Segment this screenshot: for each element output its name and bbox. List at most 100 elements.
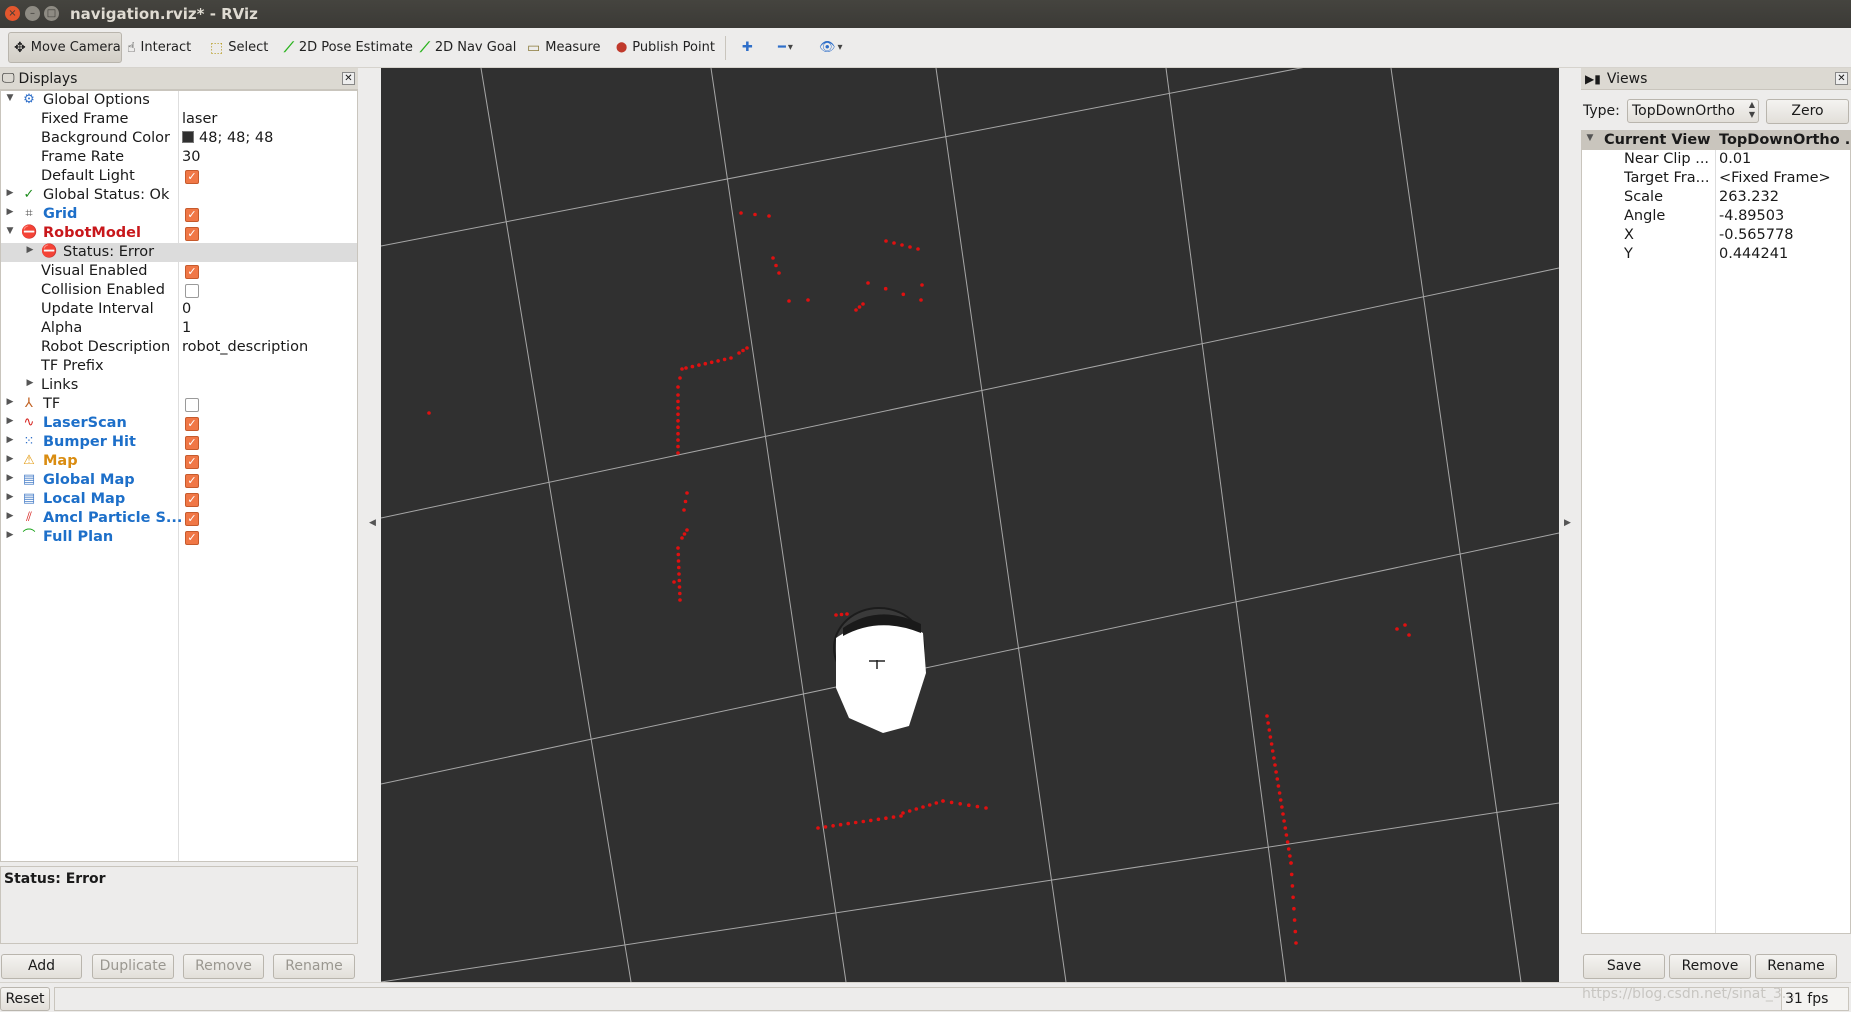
close-window-button[interactable]: × [5, 6, 20, 21]
robot-description-value[interactable]: robot_description [182, 339, 308, 355]
expand-arrow-icon[interactable]: ▼ [5, 93, 15, 103]
remove-display-button[interactable]: Remove [183, 954, 264, 979]
tree-row-bumper-hit[interactable]: ▶ ⁙ Bumper Hit ✓ [1, 433, 357, 452]
measure-tool-button[interactable]: ▭ Measure [527, 32, 600, 63]
zero-view-button[interactable]: Zero [1766, 99, 1849, 124]
tree-row-default-light[interactable]: Default Light ✓ [1, 167, 357, 186]
expand-arrow-icon[interactable]: ▶ [5, 473, 15, 483]
tree-row-alpha[interactable]: Alpha 1 [1, 319, 357, 338]
view-panel-button[interactable]: 👁 ▾ [819, 32, 843, 63]
tree-row-robotmodel[interactable]: ▼ ⛔ RobotModel ✓ [1, 224, 357, 243]
tree-row-local-map[interactable]: ▶ ▤ Local Map ✓ [1, 490, 357, 509]
expand-arrow-icon[interactable]: ▶ [25, 378, 35, 388]
publish-point-tool-button[interactable]: ⬤ Publish Point [616, 32, 715, 63]
view-property-row[interactable]: Scale 263.232 [1582, 188, 1850, 207]
tree-row-collision-enabled[interactable]: Collision Enabled [1, 281, 357, 300]
expand-arrow-icon[interactable]: ▶ [5, 416, 15, 426]
robotmodel-checkbox[interactable]: ✓ [185, 227, 199, 241]
alpha-value[interactable]: 1 [182, 320, 191, 336]
expand-arrow-icon[interactable]: ▶ [5, 397, 15, 407]
tree-row-grid[interactable]: ▶ ⌗ Grid ✓ [1, 205, 357, 224]
tree-row-amcl-particle[interactable]: ▶ ⫽ Amcl Particle S... ✓ [1, 509, 357, 528]
close-icon[interactable]: ✕ [1835, 72, 1848, 85]
view-property-row[interactable]: Near Clip ... 0.01 [1582, 150, 1850, 169]
property-value[interactable]: 0.01 [1719, 151, 1849, 167]
tree-row-links[interactable]: ▶ Links [1, 376, 357, 395]
save-view-button[interactable]: Save [1583, 954, 1665, 979]
tree-row-fixed-frame[interactable]: Fixed Frame laser [1, 110, 357, 129]
fixed-frame-value[interactable]: laser [182, 111, 217, 127]
tree-row-background-color[interactable]: Background Color 48; 48; 48 [1, 129, 357, 148]
expand-arrow-icon[interactable]: ▶ [5, 530, 15, 540]
property-value[interactable]: -0.565778 [1719, 227, 1849, 243]
expand-arrow-icon[interactable]: ▶ [25, 245, 35, 255]
map-checkbox[interactable]: ✓ [185, 455, 199, 469]
scene-canvas[interactable] [381, 68, 1559, 982]
laserscan-checkbox[interactable]: ✓ [185, 417, 199, 431]
collision-enabled-checkbox[interactable] [185, 284, 199, 298]
amcl-particle-checkbox[interactable]: ✓ [185, 512, 199, 526]
view-property-row[interactable]: Angle -4.89503 [1582, 207, 1850, 226]
add-tool-button[interactable]: ✚ [742, 32, 753, 63]
collapse-left-handle[interactable]: ◀ [369, 518, 376, 528]
render-viewport[interactable] [381, 68, 1559, 982]
expand-arrow-icon[interactable]: ▶ [5, 511, 15, 521]
minimize-window-button[interactable]: – [25, 6, 40, 21]
view-property-row[interactable]: Target Fra... <Fixed Frame> [1582, 169, 1850, 188]
expand-arrow-icon[interactable]: ▶ [5, 188, 15, 198]
2d-pose-estimate-tool-button[interactable]: ⟋ 2D Pose Estimate [284, 32, 413, 63]
tree-row-global-options[interactable]: ▼ ⚙ Global Options [1, 91, 357, 110]
expand-arrow-icon[interactable]: ▶ [5, 454, 15, 464]
tree-row-tf-prefix[interactable]: TF Prefix [1, 357, 357, 376]
add-display-button[interactable]: Add [1, 954, 82, 979]
collapse-right-handle[interactable]: ▶ [1564, 518, 1571, 528]
expand-arrow-icon[interactable]: ▼ [1585, 133, 1595, 143]
expand-arrow-icon[interactable]: ▼ [5, 226, 15, 236]
default-light-checkbox[interactable]: ✓ [185, 170, 199, 184]
rename-view-button[interactable]: Rename [1755, 954, 1837, 979]
tree-row-status-error[interactable]: ▶ ⛔ Status: Error [1, 243, 357, 262]
current-view-header-row[interactable]: ▼ Current View TopDownOrtho ... [1582, 131, 1850, 150]
property-value[interactable]: <Fixed Frame> [1719, 170, 1849, 186]
visual-enabled-checkbox[interactable]: ✓ [185, 265, 199, 279]
view-property-row[interactable]: X -0.565778 [1582, 226, 1850, 245]
tf-checkbox[interactable] [185, 398, 199, 412]
tree-row-visual-enabled[interactable]: Visual Enabled ✓ [1, 262, 357, 281]
expand-arrow-icon[interactable]: ▶ [5, 492, 15, 502]
expand-arrow-icon[interactable]: ▶ [5, 207, 15, 217]
tree-row-global-status[interactable]: ▶ ✓ Global Status: Ok [1, 186, 357, 205]
property-value[interactable]: -4.89503 [1719, 208, 1849, 224]
property-value[interactable]: 263.232 [1719, 189, 1849, 205]
tree-row-global-map[interactable]: ▶ ▤ Global Map ✓ [1, 471, 357, 490]
move-camera-tool-button[interactable]: ✥ Move Camera [8, 32, 122, 63]
property-value[interactable]: 0.444241 [1719, 246, 1849, 262]
reset-button[interactable]: Reset [0, 987, 50, 1011]
background-color-value[interactable]: 48; 48; 48 [182, 130, 273, 146]
interact-tool-button[interactable]: ☝ Interact [127, 32, 191, 63]
2d-nav-goal-tool-button[interactable]: ⟋ 2D Nav Goal [420, 32, 516, 63]
rename-display-button[interactable]: Rename [273, 954, 355, 979]
grid-checkbox[interactable]: ✓ [185, 208, 199, 222]
tree-row-update-interval[interactable]: Update Interval 0 [1, 300, 357, 319]
tree-row-laserscan[interactable]: ▶ ∿ LaserScan ✓ [1, 414, 357, 433]
remove-tool-button[interactable]: ━ ▾ [778, 32, 793, 63]
maximize-window-button[interactable]: □ [44, 6, 59, 21]
tree-row-tf[interactable]: ▶ ⅄ TF [1, 395, 357, 414]
tree-row-full-plan[interactable]: ▶ ⌒ Full Plan ✓ [1, 528, 357, 547]
close-icon[interactable]: ✕ [342, 72, 355, 85]
view-property-row[interactable]: Y 0.444241 [1582, 245, 1850, 264]
remove-view-button[interactable]: Remove [1669, 954, 1751, 979]
tree-row-robot-description[interactable]: Robot Description robot_description [1, 338, 357, 357]
global-map-checkbox[interactable]: ✓ [185, 474, 199, 488]
frame-rate-value[interactable]: 30 [182, 149, 200, 165]
view-type-select[interactable]: TopDownOrtho ▲ ▼ [1627, 99, 1759, 123]
local-map-checkbox[interactable]: ✓ [185, 493, 199, 507]
expand-arrow-icon[interactable]: ▶ [5, 435, 15, 445]
duplicate-display-button[interactable]: Duplicate [92, 954, 174, 979]
tree-row-frame-rate[interactable]: Frame Rate 30 [1, 148, 357, 167]
tree-row-map[interactable]: ▶ ⚠ Map ✓ [1, 452, 357, 471]
full-plan-checkbox[interactable]: ✓ [185, 531, 199, 545]
select-tool-button[interactable]: ⬚ Select [210, 32, 268, 63]
update-interval-value[interactable]: 0 [182, 301, 191, 317]
bumper-hit-checkbox[interactable]: ✓ [185, 436, 199, 450]
